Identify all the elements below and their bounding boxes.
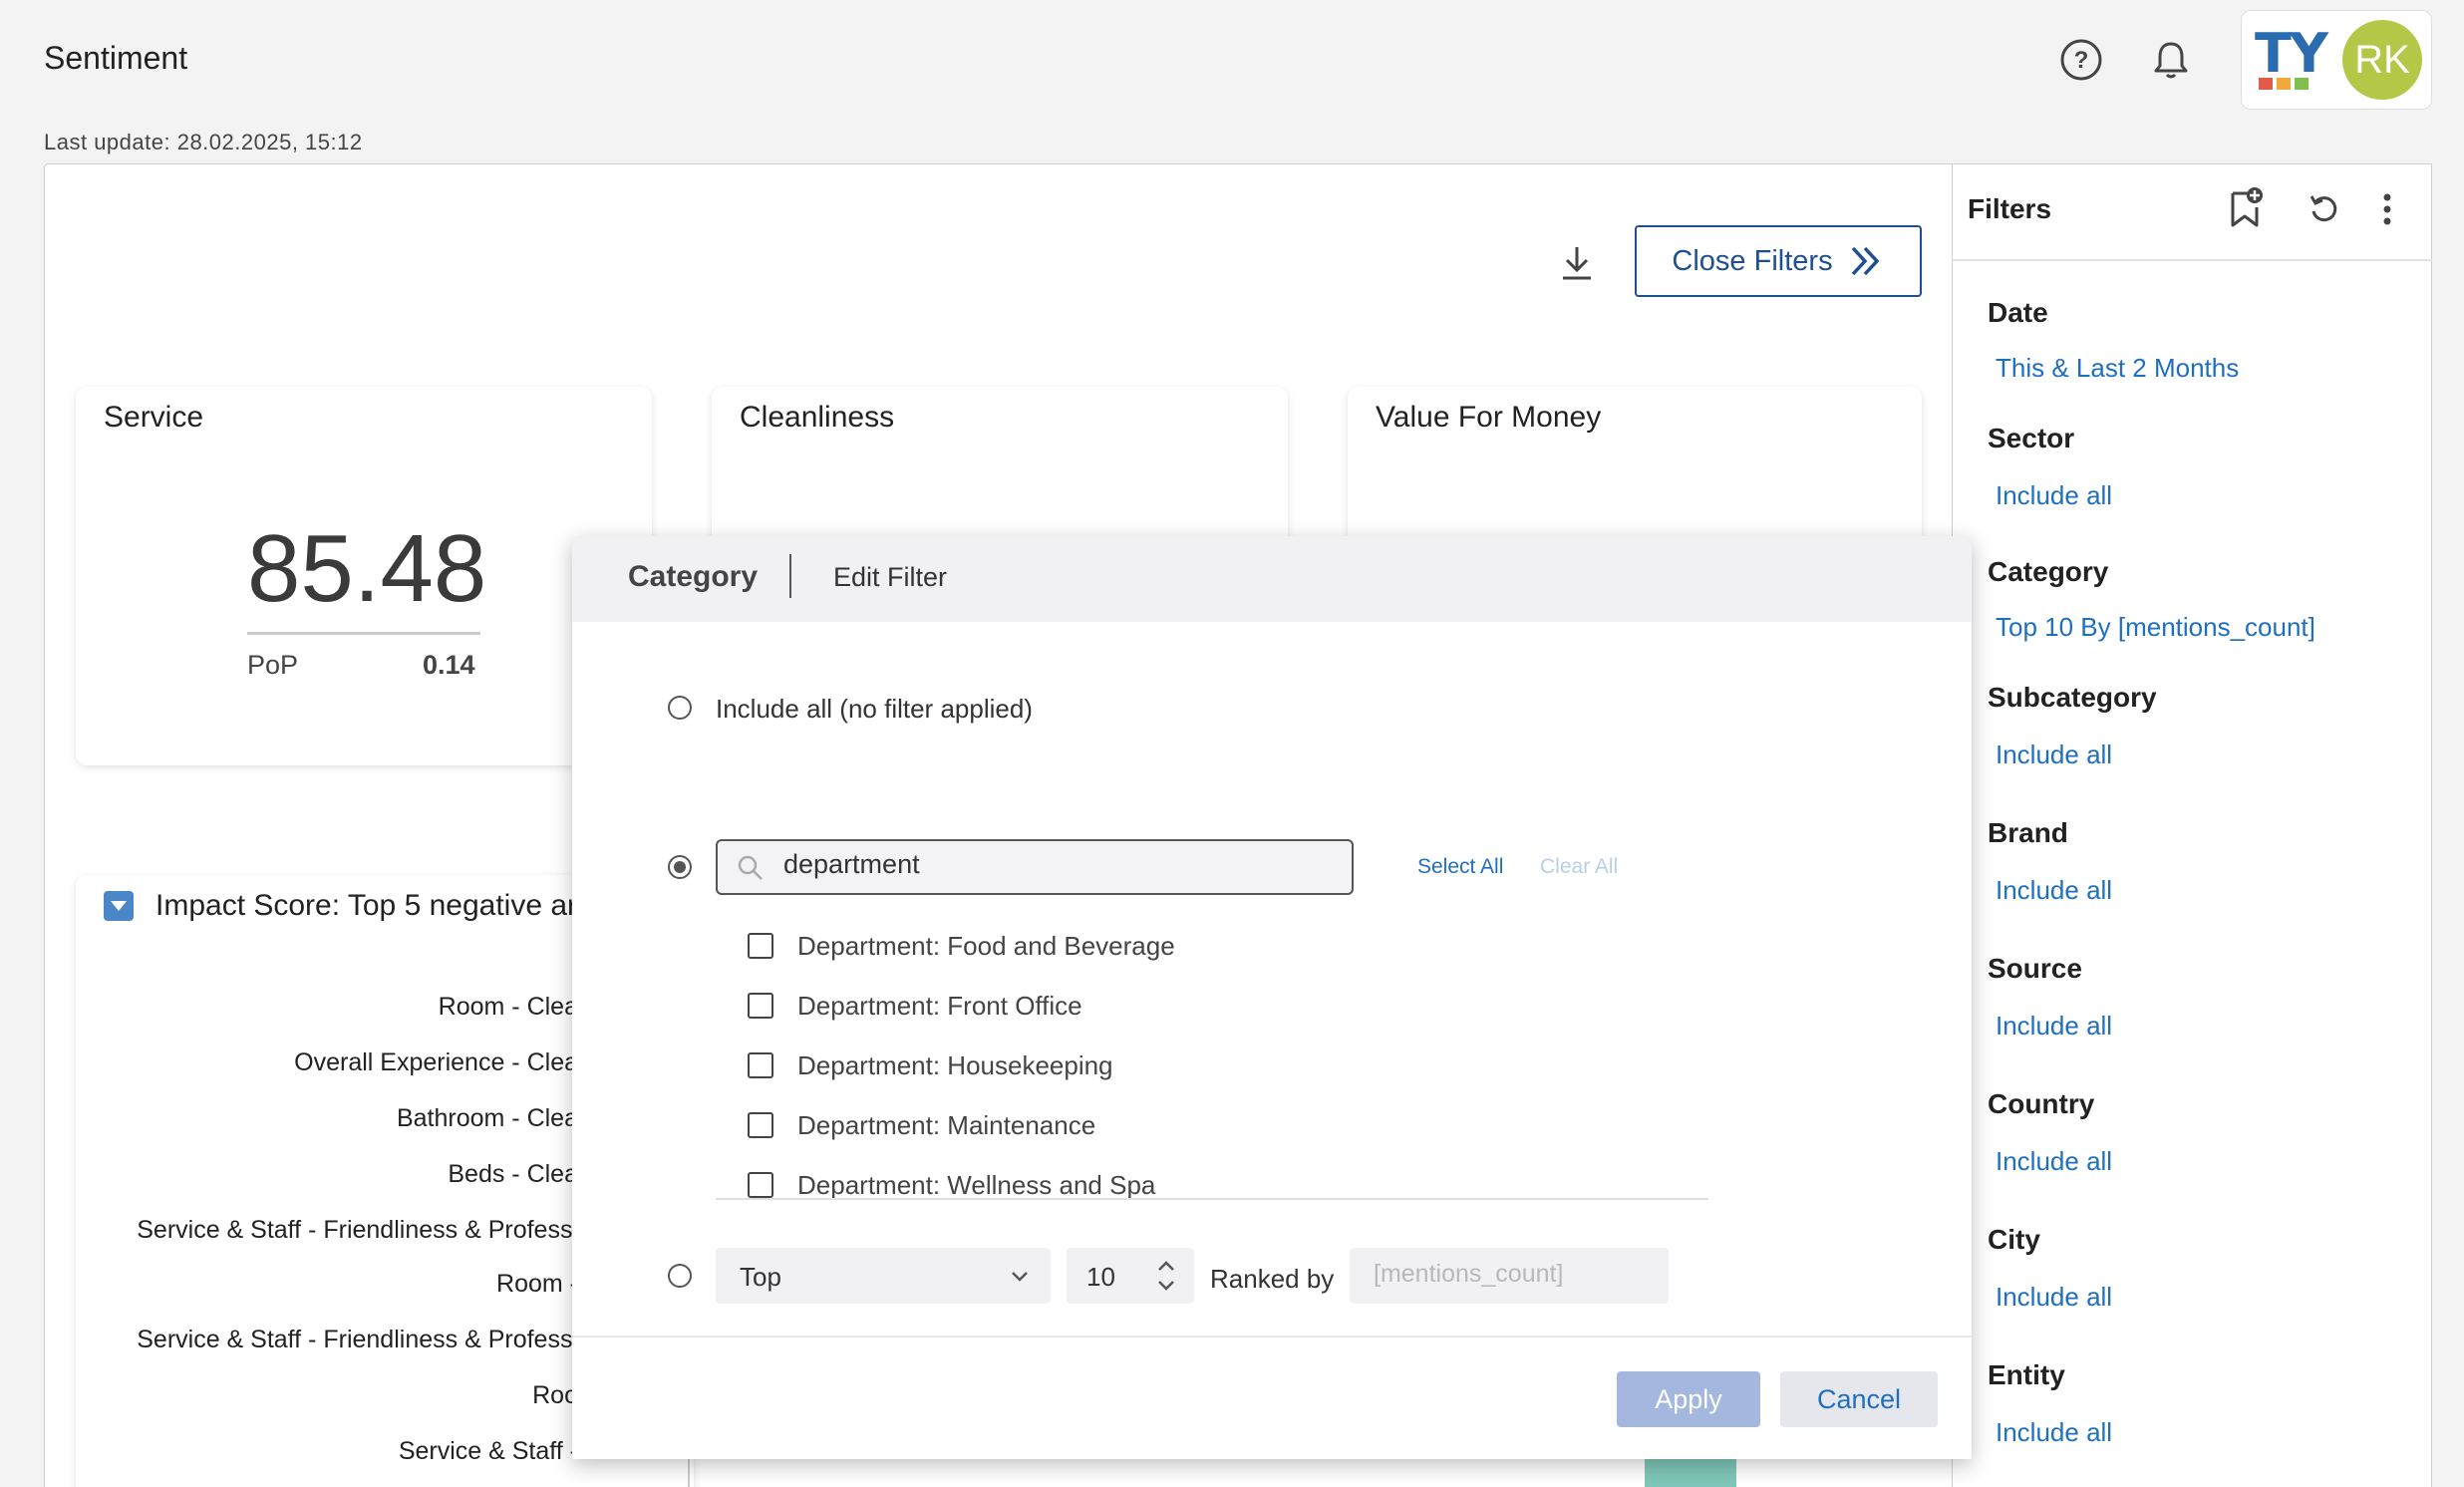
radio-select-list[interactable] (668, 855, 692, 879)
option-checkbox[interactable] (748, 1172, 773, 1198)
impact-row-label: Service & Staff - Friendliness & Profess… (137, 1326, 578, 1353)
impact-row-label: Bathroom - Clea (396, 1104, 578, 1132)
stepper-arrows-icon[interactable] (1154, 1254, 1178, 1303)
collapse-toggle-icon[interactable] (104, 891, 134, 921)
radio-include-all[interactable] (668, 696, 692, 720)
clear-all-link[interactable]: Clear All (1540, 855, 1618, 879)
category-filter-dialog (572, 536, 1972, 1459)
brand-logo-bars (2259, 78, 2309, 90)
include-all-label: Include all (no filter applied) (716, 694, 1033, 724)
impact-row-label: Beds - Clea (448, 1160, 578, 1188)
card-title-cleanliness: Cleanliness (740, 401, 895, 434)
list-divider (716, 1198, 1708, 1200)
filter-value-category[interactable]: Top 10 By [mentions_count] (1996, 612, 2315, 643)
filters-title: Filters (1968, 193, 2052, 224)
option-label: Department: Front Office (797, 991, 1082, 1021)
close-filters-label: Close Filters (1672, 244, 1833, 277)
filter-value-date[interactable]: This & Last 2 Months (1996, 353, 2239, 384)
filter-label-brand: Brand (1988, 817, 2068, 848)
filter-label-source: Source (1988, 953, 2082, 984)
radio-top-n[interactable] (668, 1264, 692, 1288)
filter-label-city: City (1988, 1224, 2040, 1255)
page-title: Sentiment (44, 40, 188, 76)
option-label: Department: Wellness and Spa (797, 1170, 1156, 1200)
avatar[interactable]: RK (2342, 20, 2422, 100)
filter-value-sector[interactable]: Include all (1996, 480, 2112, 511)
ranked-by-label: Ranked by (1210, 1264, 1335, 1294)
top-count-value: 10 (1086, 1262, 1115, 1292)
filter-value-subcategory[interactable]: Include all (1996, 740, 2112, 770)
impact-score-title: Impact Score: Top 5 negative ar (155, 889, 578, 922)
bell-icon[interactable] (2147, 36, 2195, 84)
header-separator (789, 554, 791, 598)
help-icon[interactable]: ? (2057, 36, 2105, 84)
svg-text:?: ? (2074, 47, 2089, 74)
option-label: Department: Maintenance (797, 1110, 1096, 1140)
filter-label-category: Category (1988, 556, 2109, 587)
pop-value: 0.14 (423, 650, 475, 680)
double-chevron-right-icon (1851, 246, 1879, 276)
top-select-value: Top (740, 1262, 781, 1292)
filters-header-divider (1952, 259, 2432, 261)
service-score: 85.48 (247, 515, 487, 622)
option-checkbox[interactable] (748, 1052, 773, 1078)
search-icon (736, 853, 766, 888)
impact-row-label: Room - Clea (438, 993, 578, 1021)
bookmark-add-icon[interactable] (2225, 183, 2265, 231)
filter-value-entity[interactable]: Include all (1996, 1417, 2112, 1448)
filter-label-sector: Sector (1988, 423, 2075, 453)
dialog-footer-divider (572, 1336, 1972, 1338)
chart-bar (1645, 1459, 1736, 1487)
dialog-header (572, 536, 1972, 622)
option-label: Department: Housekeeping (797, 1050, 1113, 1080)
last-update-text: Last update: 28.02.2025, 15:12 (44, 130, 363, 154)
filter-value-source[interactable]: Include all (1996, 1011, 2112, 1041)
select-all-link[interactable]: Select All (1417, 855, 1503, 879)
option-checkbox[interactable] (748, 1112, 773, 1138)
filter-label-entity: Entity (1988, 1359, 2065, 1390)
dialog-subtitle-edit-filter: Edit Filter (833, 562, 948, 592)
close-filters-button[interactable]: Close Filters (1635, 225, 1922, 297)
filter-label-date: Date (1988, 297, 2048, 328)
filter-value-city[interactable]: Include all (1996, 1282, 2112, 1313)
impact-row-label: Service & Staff - Friendliness & Profess… (137, 1216, 578, 1244)
filter-label-subcategory: Subcategory (1988, 682, 2157, 713)
search-value: department (783, 849, 920, 879)
download-icon[interactable] (1557, 241, 1597, 285)
reset-icon[interactable] (2305, 189, 2344, 229)
ranked-by-placeholder: [mentions_count] (1374, 1260, 1564, 1288)
cancel-button[interactable]: Cancel (1780, 1371, 1938, 1427)
filter-value-brand[interactable]: Include all (1996, 875, 2112, 906)
more-options-icon[interactable] (2372, 189, 2402, 229)
divider (247, 632, 480, 635)
pop-label: PoP (247, 650, 299, 680)
impact-row-label: Service & Staff - (398, 1437, 578, 1465)
apply-button[interactable]: Apply (1617, 1371, 1760, 1427)
impact-row-label: Room - (496, 1270, 578, 1298)
impact-row-label: Overall Experience - Clea (294, 1048, 578, 1076)
option-label: Department: Food and Beverage (797, 931, 1175, 961)
card-title-service: Service (104, 401, 204, 434)
brand-logo: TY (2255, 22, 2328, 85)
filter-value-country[interactable]: Include all (1996, 1146, 2112, 1177)
chart-axis (688, 1459, 690, 1487)
option-checkbox[interactable] (748, 993, 773, 1019)
chevron-down-icon (1009, 1266, 1031, 1291)
option-checkbox[interactable] (748, 933, 773, 959)
card-title-value-for-money: Value For Money (1376, 401, 1602, 434)
filter-label-country: Country (1988, 1088, 2095, 1119)
dialog-title-category: Category (628, 560, 759, 593)
